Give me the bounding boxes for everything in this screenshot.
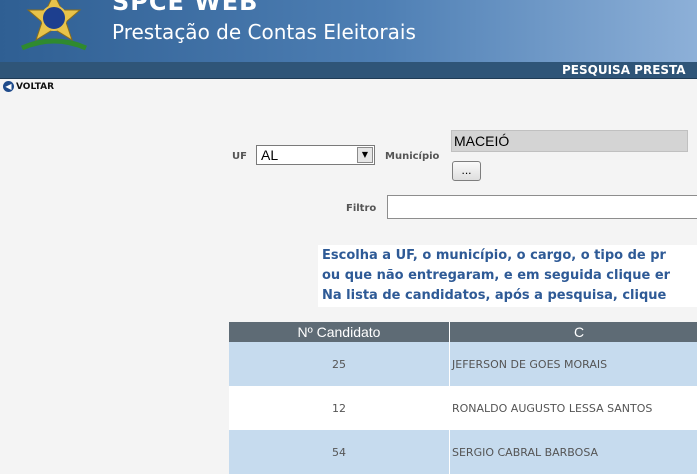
filtro-label: Filtro	[346, 203, 376, 214]
table-header-row: Nº Candidato C	[229, 322, 697, 342]
page-title: PESQUISA PRESTA	[562, 62, 686, 78]
app-subtitle: Prestação de Contas Eleitorais	[112, 20, 416, 44]
back-label: VOLTAR	[16, 82, 54, 92]
header-banner: SPCE WEB Prestação de Contas Eleitorais	[0, 0, 697, 62]
table-row[interactable]: 54 SERGIO CABRAL BARBOSA	[229, 430, 697, 474]
candidate-name[interactable]: SERGIO CABRAL BARBOSA	[450, 430, 697, 474]
municipio-value: MACEIÓ	[454, 133, 509, 149]
brazil-coat-of-arms-icon	[14, 0, 94, 58]
candidate-name[interactable]: RONALDO AUGUSTO LESSA SANTOS	[450, 386, 697, 430]
table-row[interactable]: 25 JEFERSON DE GOES MORAIS	[229, 342, 697, 386]
instruction-line: Escolha a UF, o município, o cargo, o ti…	[322, 248, 666, 263]
app-title: SPCE WEB	[112, 0, 258, 16]
table-row[interactable]: 12 RONALDO AUGUSTO LESSA SANTOS	[229, 386, 697, 430]
chevron-down-icon[interactable]: ▼	[357, 147, 373, 163]
page-title-bar: PESQUISA PRESTA	[0, 62, 697, 79]
municipio-label: Município	[385, 151, 439, 162]
instructions-box: Escolha a UF, o município, o cargo, o ti…	[318, 245, 697, 307]
candidate-number: 54	[229, 430, 450, 474]
candidate-name[interactable]: JEFERSON DE GOES MORAIS	[450, 342, 697, 386]
column-header-candidato[interactable]: C	[450, 322, 697, 342]
back-arrow-icon: ◀	[3, 81, 14, 92]
filtro-input[interactable]	[387, 195, 697, 219]
candidates-table: Nº Candidato C 25 JEFERSON DE GOES MORAI…	[229, 322, 697, 474]
municipio-lookup-button[interactable]: ...	[452, 161, 481, 181]
candidate-number: 25	[229, 342, 450, 386]
back-link[interactable]: ◀ VOLTAR	[3, 81, 54, 92]
column-header-numero[interactable]: Nº Candidato	[229, 322, 450, 342]
candidate-number: 12	[229, 386, 450, 430]
instruction-line: ou que não entregaram, e em seguida cliq…	[322, 268, 670, 283]
uf-select-value: AL	[261, 147, 278, 163]
uf-label: UF	[232, 151, 247, 162]
instruction-line: Na lista de candidatos, após a pesquisa,…	[322, 288, 666, 303]
municipio-field: MACEIÓ	[451, 130, 688, 152]
uf-select[interactable]: AL ▼	[256, 145, 375, 165]
